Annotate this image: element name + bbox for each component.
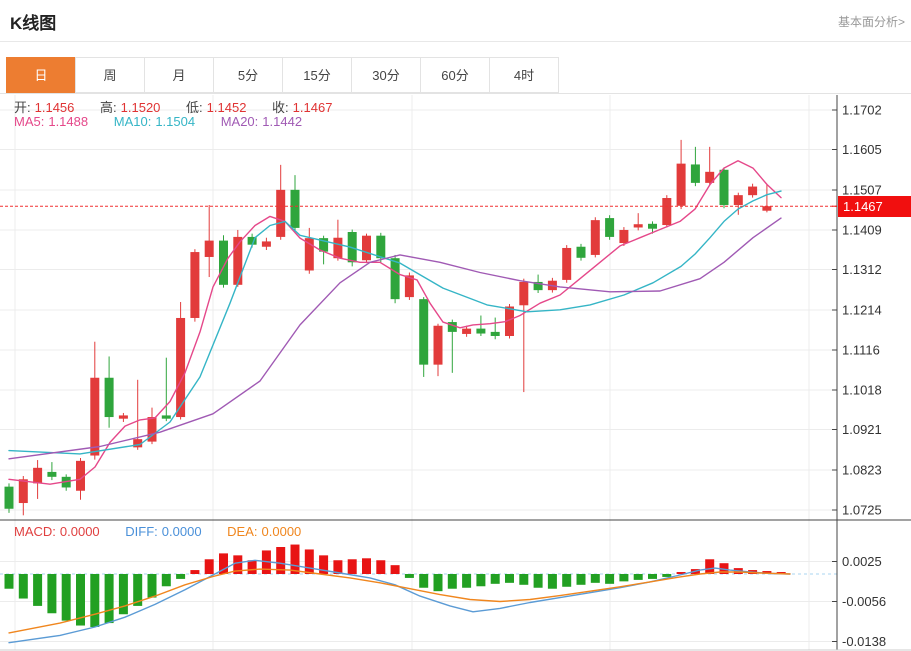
ma20-line	[9, 218, 781, 459]
macd-legend: MACD: 0.0000 DIFF: 0.0000 DEA: 0.0000	[14, 524, 305, 539]
tab-5min[interactable]: 5分	[213, 57, 283, 93]
kline-chart-canvas[interactable]: 1.17021.16051.15071.14091.13121.12141.11…	[0, 95, 911, 651]
svg-text:1.0823: 1.0823	[842, 462, 882, 477]
close-value: 1.1467	[293, 100, 333, 115]
low-value: 1.1452	[207, 100, 247, 115]
dea-value: 0.0000	[262, 524, 302, 539]
diff-value: 0.0000	[162, 524, 202, 539]
ma20-label: MA20:	[221, 114, 259, 129]
close-label: 收:	[272, 100, 289, 115]
open-value: 1.1456	[35, 100, 75, 115]
svg-text:1.0921: 1.0921	[842, 422, 882, 437]
page-title: K线图	[10, 9, 56, 34]
tab-4hour[interactable]: 4时	[489, 57, 559, 93]
ma5-value: 1.1488	[48, 114, 88, 129]
svg-text:-0.0056: -0.0056	[842, 594, 886, 609]
svg-text:1.0725: 1.0725	[842, 502, 882, 517]
svg-text:1.1409: 1.1409	[842, 222, 882, 237]
ma20-value: 1.1442	[262, 114, 302, 129]
tab-day[interactable]: 日	[6, 57, 76, 93]
svg-text:0.0025: 0.0025	[842, 554, 882, 569]
open-label: 开:	[14, 100, 31, 115]
ma10-line	[9, 191, 781, 454]
high-value: 1.1520	[121, 100, 161, 115]
dea-label: DEA:	[227, 524, 257, 539]
diff-label: DIFF:	[125, 524, 158, 539]
tab-15min[interactable]: 15分	[282, 57, 352, 93]
ma5-label: MA5:	[14, 114, 44, 129]
tab-month[interactable]: 月	[144, 57, 214, 93]
high-label: 高:	[100, 100, 117, 115]
svg-text:1.1018: 1.1018	[842, 383, 882, 398]
candles-layer	[5, 140, 772, 515]
svg-text:-0.0138: -0.0138	[842, 634, 886, 649]
svg-text:1.1214: 1.1214	[842, 302, 882, 317]
macd-value: 0.0000	[60, 524, 100, 539]
svg-text:1.1116: 1.1116	[842, 342, 880, 357]
price-axis: 1.17021.16051.15071.14091.13121.12141.11…	[0, 95, 911, 650]
svg-text:1.1605: 1.1605	[842, 142, 882, 157]
low-label: 低:	[186, 100, 203, 115]
svg-text:1.1702: 1.1702	[842, 103, 882, 118]
ma10-label: MA10:	[114, 114, 152, 129]
tab-60min[interactable]: 60分	[420, 57, 490, 93]
ma10-value: 1.1504	[155, 114, 195, 129]
period-tabbar: 日 周 月 5分 15分 30分 60分 4时	[7, 57, 559, 93]
fundamental-analysis-link[interactable]: 基本面分析>	[838, 13, 905, 30]
macd-label: MACD:	[14, 524, 56, 539]
tab-week[interactable]: 周	[75, 57, 145, 93]
title-separator	[0, 41, 911, 42]
tab-30min[interactable]: 30分	[351, 57, 421, 93]
current-price-badge: 1.1467	[838, 196, 911, 217]
svg-text:1.1312: 1.1312	[842, 262, 882, 277]
ma-legend: MA5: 1.1488 MA10:1.1504 MA20:1.1442	[14, 114, 306, 129]
